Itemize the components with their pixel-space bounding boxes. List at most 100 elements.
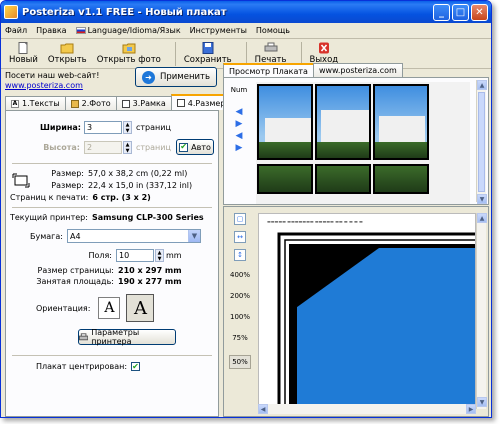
poster-tile[interactable]: [315, 84, 371, 160]
arrow-left-icon[interactable]: ◀: [236, 132, 243, 141]
photo-folder-icon: [122, 43, 136, 54]
zoom-50[interactable]: 50%: [229, 355, 251, 369]
menu-edit[interactable]: Правка: [36, 26, 66, 35]
arrow-left-icon[interactable]: ◀: [236, 108, 243, 117]
save-button[interactable]: Сохранить: [184, 42, 232, 65]
portrait-orientation-icon[interactable]: A: [98, 297, 121, 319]
print-button[interactable]: Печать: [255, 42, 287, 65]
tab-photo-label: 2.Фото: [81, 99, 111, 108]
paper-select[interactable]: A4 ▼: [66, 229, 201, 243]
window-title: Posteriza v1.1 FREE - Новый плакат: [22, 6, 227, 18]
close-button[interactable]: ✕: [471, 3, 488, 21]
scroll-down-icon[interactable]: ▼: [477, 397, 487, 407]
printer-icon: [79, 332, 89, 340]
width-input[interactable]: 3: [84, 121, 122, 134]
zoom-75[interactable]: 75%: [232, 334, 248, 342]
zoom-200[interactable]: 200%: [230, 292, 250, 300]
menu-file[interactable]: Файл: [5, 26, 27, 35]
poster-tile[interactable]: [257, 84, 313, 160]
zoom-400[interactable]: 400%: [230, 271, 250, 279]
tab-texts[interactable]: A 1.Тексты: [5, 96, 66, 110]
fit-height-icon[interactable]: ↕: [234, 249, 246, 261]
scroll-right-icon[interactable]: ▶: [466, 404, 476, 414]
centered-row: Плакат центрирован: ✔: [36, 362, 141, 371]
exit-button[interactable]: Выход: [310, 42, 338, 65]
toolbar-separator: [174, 41, 176, 66]
poster-tile[interactable]: [373, 164, 429, 194]
poster-tile[interactable]: [315, 164, 371, 194]
photo-grass: [259, 166, 311, 192]
tab-photo[interactable]: 2.Фото: [64, 96, 117, 110]
divider: [12, 207, 212, 208]
page-horizontal-scrollbar[interactable]: ◀ ▶: [258, 404, 476, 414]
website-promo: Посети наш web-сайт!: [5, 71, 100, 80]
centered-checkbox[interactable]: ✔: [131, 362, 141, 371]
spin-down-icon[interactable]: ▼: [124, 148, 131, 154]
tab-frame[interactable]: 3.Рамка: [115, 96, 172, 110]
menu-help[interactable]: Помощь: [256, 26, 290, 35]
margins-spinner[interactable]: ▲ ▼: [155, 249, 164, 262]
page-photo-crop: [277, 232, 475, 408]
tab-website[interactable]: www.posteriza.com: [312, 63, 403, 77]
fit-page-icon[interactable]: ▢: [234, 213, 246, 225]
auto-button[interactable]: ✔ Авто: [176, 139, 214, 155]
new-file-icon: [18, 42, 28, 54]
width-label: Ширина:: [40, 123, 81, 132]
folder-icon: [60, 43, 74, 54]
poster-tile[interactable]: [257, 164, 313, 194]
dimensions-icon: [12, 173, 30, 188]
title-bar[interactable]: Posteriza v1.1 FREE - Новый плакат _ □ ✕: [1, 1, 491, 23]
poster-tile[interactable]: [373, 84, 429, 160]
app-window: Posteriza v1.1 FREE - Новый плакат _ □ ✕…: [0, 0, 492, 418]
scroll-up-icon[interactable]: ▲: [477, 213, 487, 223]
height-label: Высота:: [43, 143, 80, 152]
poster-tiles-preview: Num ◀ ▶ ◀ ▶ ▲ ▼: [223, 77, 489, 205]
zoom-100[interactable]: 100%: [230, 313, 250, 321]
arrow-right-icon[interactable]: ▶: [236, 144, 243, 153]
menu-language-label: Language/Idioma/Язык: [87, 26, 181, 35]
auto-label: Авто: [191, 142, 211, 152]
minimize-button[interactable]: _: [433, 3, 450, 21]
printer-settings-button[interactable]: Параметры принтера: [78, 328, 176, 346]
menu-tools[interactable]: Инструменты: [190, 26, 247, 35]
scrollbar-thumb[interactable]: [478, 92, 485, 192]
arrow-right-icon: ➜: [142, 70, 155, 84]
arrow-right-icon[interactable]: ▶: [236, 120, 243, 129]
scroll-up-icon[interactable]: ▲: [477, 80, 487, 90]
scrollbar-track[interactable]: [477, 223, 486, 397]
menu-bar: Файл Правка Language/Idioma/Язык Инструм…: [1, 23, 491, 39]
width-spinner[interactable]: ▲ ▼: [123, 121, 132, 134]
chevron-down-icon[interactable]: ▼: [187, 230, 200, 242]
new-button[interactable]: Новый: [9, 42, 38, 65]
open-photo-button[interactable]: Открыть фото: [97, 42, 161, 65]
menu-language[interactable]: Language/Idioma/Язык: [75, 26, 181, 35]
spin-down-icon[interactable]: ▼: [156, 256, 163, 262]
centered-label: Плакат центрирован:: [36, 362, 128, 371]
paper-row: Бумага: A4 ▼: [30, 229, 201, 243]
preview-vertical-scrollbar[interactable]: ▲ ▼: [476, 80, 487, 204]
current-printer-value: Samsung CLP-300 Series: [91, 213, 204, 222]
landscape-orientation-icon[interactable]: A: [126, 294, 155, 322]
text-icon: A: [11, 99, 19, 108]
fit-width-icon[interactable]: ↔: [234, 231, 246, 243]
height-row: Высота: 2 ▲ ▼ страниц: [40, 141, 171, 154]
open-button[interactable]: Открыть: [48, 42, 87, 65]
printer-row: Текущий принтер: Samsung CLP-300 Series: [10, 213, 204, 222]
margins-input[interactable]: 10: [116, 249, 154, 262]
maximize-button[interactable]: □: [452, 3, 469, 21]
size-cm-value: 57,0 x 38,2 cm (0,22 ml): [88, 169, 188, 178]
scroll-left-icon[interactable]: ◀: [258, 404, 268, 414]
apply-button[interactable]: ➜ Применить: [135, 67, 217, 87]
height-input[interactable]: 2: [84, 141, 122, 154]
tab-poster-preview[interactable]: Просмотр Плаката: [223, 63, 314, 77]
height-spinner[interactable]: ▲ ▼: [123, 141, 132, 154]
spin-down-icon[interactable]: ▼: [124, 128, 131, 134]
photo-building: [321, 110, 369, 146]
occupied-area-value: 190 x 277 mm: [118, 277, 182, 286]
page-size-row: Размер страницы: 210 x 297 mm: [30, 266, 182, 275]
pages-value: 6 стр. (3 x 2): [92, 193, 151, 202]
save-icon: [202, 42, 214, 54]
page-vertical-scrollbar[interactable]: ▲ ▼: [476, 213, 487, 409]
scroll-down-icon[interactable]: ▼: [477, 194, 487, 204]
website-link[interactable]: www.posteriza.com: [5, 81, 99, 90]
